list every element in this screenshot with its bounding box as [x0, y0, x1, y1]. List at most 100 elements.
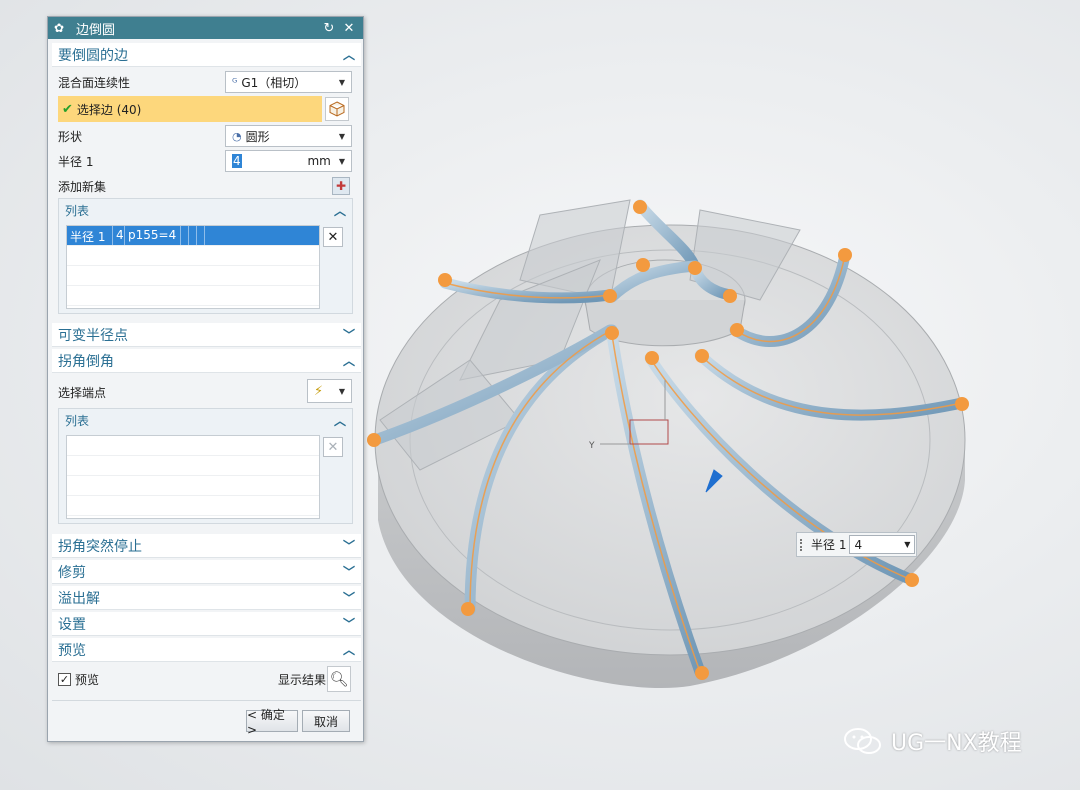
radius-value-text: 4 [232, 154, 242, 168]
show-result-label: 显示结果 [277, 672, 326, 687]
continuity-dropdown[interactable]: ᴳ G1（相切） ▼ [225, 71, 352, 93]
list-row-empty [67, 436, 319, 456]
section-corner-stop[interactable]: 拐角突然停止 ﹀ [52, 534, 361, 558]
cancel-button[interactable]: 取消 [302, 710, 350, 732]
dropdown-arrow-icon: ▼ [904, 540, 911, 549]
radius-label: 半径 1 [58, 154, 94, 169]
shape-label: 形状 [58, 129, 83, 144]
section-title: 预览 [58, 642, 86, 659]
show-result-row: 显示结果 [248, 668, 326, 690]
gear-icon: ✿ [54, 21, 65, 35]
preview-checkbox-row[interactable]: ✓ 预览 [58, 668, 258, 690]
radius-onscreen-input: 半径 1 4 ▼ [796, 532, 917, 557]
radius-input[interactable]: 4 mm ▼ [225, 150, 352, 172]
list-cell [197, 226, 205, 245]
section-settings[interactable]: 设置 ﹀ [52, 612, 361, 636]
divider [52, 700, 361, 701]
list-row-empty [67, 476, 319, 496]
continuity-value: G1（相切） [241, 75, 307, 90]
chevron-down-icon: ﹀ [342, 539, 355, 553]
shape-dropdown[interactable]: ◔ 圆形 ▼ [225, 125, 352, 147]
section-title: 修剪 [58, 564, 86, 581]
show-result-button[interactable]: 🔍︎ [327, 666, 351, 692]
section-title: 拐角倒角 [58, 353, 114, 370]
corner-list-title: 列表 [65, 413, 90, 428]
magnifier-icon: 🔍︎ [329, 670, 349, 688]
chevron-down-icon: ﹀ [342, 617, 355, 631]
drag-handle-icon[interactable] [800, 539, 804, 551]
check-icon: ✔ [62, 101, 73, 117]
list-row-empty [67, 286, 319, 306]
delete-icon[interactable]: ✕ [323, 227, 343, 247]
corner-list [66, 435, 320, 519]
endpoint-selector-button[interactable]: ⚡ ▼ [307, 379, 352, 403]
dropdown-arrow-icon: ▼ [338, 131, 345, 141]
select-endpoint-label: 选择端点 [58, 385, 107, 400]
section-title: 要倒圆的边 [58, 47, 128, 64]
section-title: 溢出解 [58, 590, 100, 607]
list-cell: 半径 1 [67, 226, 113, 245]
wechat-icon [844, 728, 881, 754]
close-icon[interactable]: ✕ [341, 21, 357, 36]
section-title: 可变半径点 [58, 327, 128, 344]
chevron-down-icon: ﹀ [342, 565, 355, 579]
section-variable-radius[interactable]: 可变半径点 ﹀ [52, 323, 361, 347]
chevron-down-icon: ﹀ [342, 591, 355, 605]
endpoint-wand-icon: ⚡ [314, 383, 324, 399]
list-row-empty [67, 456, 319, 476]
list-row-empty [67, 246, 319, 266]
chevron-up-icon: ︿ [342, 48, 355, 62]
section-overflow[interactable]: 溢出解 ﹀ [52, 586, 361, 610]
corner-list-header[interactable]: 列表 ︿ [59, 409, 352, 431]
list-cell [181, 226, 189, 245]
chevron-up-icon: ︿ [333, 203, 346, 218]
section-corner-setback[interactable]: 拐角倒角 ︿ [52, 349, 361, 373]
radius-box-input[interactable]: 4 ▼ [849, 535, 916, 554]
ok-button[interactable]: < 确定 > [246, 708, 298, 737]
edges-list-title: 列表 [65, 203, 90, 218]
watermark: UG一NX教程 [843, 725, 1022, 757]
radius-value: 4 [232, 154, 307, 168]
edge-selector-cube-icon[interactable] [325, 97, 349, 121]
list-row-empty [67, 496, 319, 516]
impeller-base [374, 224, 966, 688]
edges-list-header[interactable]: 列表 ︿ [59, 199, 352, 221]
radius-box-value: 4 [854, 537, 863, 552]
list-cell [189, 226, 197, 245]
chevron-down-icon: ﹀ [342, 328, 355, 342]
section-trim[interactable]: 修剪 ﹀ [52, 560, 361, 584]
continuity-label: 混合面连续性 [58, 75, 131, 90]
dialog-title: 边倒圆 [76, 22, 116, 38]
list-row-empty [67, 266, 319, 286]
radius-unit: mm [307, 154, 331, 168]
section-edges-to-blend[interactable]: 要倒圆的边 ︿ [52, 43, 361, 67]
add-set-icon: ✚ [335, 179, 347, 193]
watermark-text: UG一NX教程 [891, 731, 1022, 756]
preview-label: 预览 [75, 672, 100, 687]
continuity-icon: ᴳ [232, 75, 238, 89]
dropdown-arrow-icon: ▼ [338, 386, 345, 396]
edges-list-panel: 列表 ︿ 半径 1 4 p155=4 ✕ [58, 198, 353, 314]
dialog-titlebar[interactable]: ✿ 边倒圆 ↻ ✕ [48, 17, 363, 39]
add-new-set-row: 添加新集 [58, 175, 353, 197]
shape-value: 圆形 [245, 129, 270, 144]
chevron-up-icon: ︿ [333, 413, 346, 428]
reset-icon[interactable]: ↻ [321, 21, 337, 36]
chevron-up-icon: ︿ [342, 643, 355, 657]
select-edge-label: 选择边 (40) [76, 102, 142, 117]
section-preview[interactable]: 预览 ︿ [52, 638, 361, 662]
edges-list: 半径 1 4 p155=4 [66, 225, 320, 309]
add-new-set-button[interactable]: ✚ [332, 177, 350, 195]
dropdown-arrow-icon: ▼ [338, 77, 345, 87]
section-title: 拐角突然停止 [58, 538, 142, 555]
edge-blend-dialog: ✿ 边倒圆 ↻ ✕ 要倒圆的边 ︿ 混合面连续性 ᴳ G1（相切） ▼ ✔ 选择… [47, 16, 364, 742]
y-axis-label: Y [588, 441, 595, 451]
list-cell: p155=4 [125, 226, 181, 245]
list-cell: 4 [113, 226, 125, 245]
delete-icon: ✕ [323, 437, 343, 457]
corner-list-panel: 列表 ︿ ✕ [58, 408, 353, 524]
preview-checkbox[interactable]: ✓ [58, 672, 71, 686]
select-edge-row[interactable]: ✔ 选择边 (40) [58, 96, 322, 122]
radius-box-label: 半径 1 [811, 538, 847, 552]
list-row[interactable]: 半径 1 4 p155=4 [67, 226, 319, 246]
